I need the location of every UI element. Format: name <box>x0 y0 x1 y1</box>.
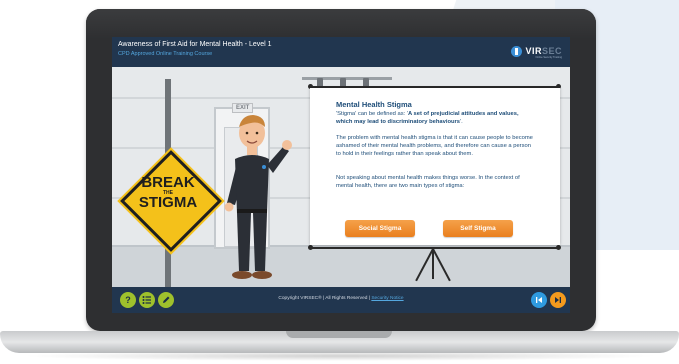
course-screen: Awareness of First Aid for Mental Health… <box>112 37 570 313</box>
logo-tagline: Online Security Training <box>535 56 562 59</box>
security-notice-link[interactable]: Security Notice <box>371 296 403 301</box>
course-subtitle: CPD Approved Online Training Course <box>118 51 213 57</box>
paragraph-types: Not speaking about mental health makes t… <box>336 175 520 189</box>
logo-text: VIRSEC <box>525 46 562 56</box>
light-track <box>302 77 392 80</box>
sign-text: BREAK THE STIGMA <box>126 174 210 211</box>
sign-line-stigma: STIGMA <box>138 194 198 211</box>
lid-sheen <box>86 9 596 39</box>
brand-logo: VIRSEC Online Security Training <box>511 44 562 59</box>
paragraph-problem: The problem with mental health stigma is… <box>336 135 533 157</box>
copyright-label: Copyright VIRSEC® | All Rights Reserved … <box>278 296 370 301</box>
previous-button[interactable] <box>531 292 547 308</box>
definition-prefix: 'Stigma' can be defined as: ' <box>336 111 408 117</box>
skip-forward-icon <box>555 297 561 303</box>
logo-mark-icon <box>511 45 523 57</box>
floor <box>112 245 570 287</box>
definition-text: 'Stigma' can be defined as: 'A set of pr… <box>336 110 536 126</box>
laptop-notch <box>286 331 392 338</box>
copyright-text: Copyright VIRSEC® | All Rights Reserved … <box>112 296 570 301</box>
board-rail-cap <box>556 245 561 250</box>
skip-back-icon <box>536 297 542 303</box>
presenter-figure <box>224 115 292 279</box>
social-stigma-button[interactable]: Social Stigma <box>345 220 415 237</box>
course-footer: ? Copyright VIRSEC® | All Rights Reserve… <box>112 287 570 313</box>
course-header: Awareness of First Aid for Mental Health… <box>112 37 570 67</box>
course-title: Awareness of First Aid for Mental Health… <box>118 41 272 48</box>
logo-text-main: VIR <box>525 46 542 56</box>
logo-text-tail: SEC <box>541 46 562 56</box>
self-stigma-button[interactable]: Self Stigma <box>443 220 513 237</box>
slide-heading: Mental Health Stigma <box>336 100 412 109</box>
definition-suffix: '. <box>460 119 463 125</box>
board-rail-bottom <box>310 247 560 249</box>
next-button[interactable] <box>550 292 566 308</box>
sign-line-break: BREAK <box>141 174 195 191</box>
board-rail-cap <box>308 245 313 250</box>
